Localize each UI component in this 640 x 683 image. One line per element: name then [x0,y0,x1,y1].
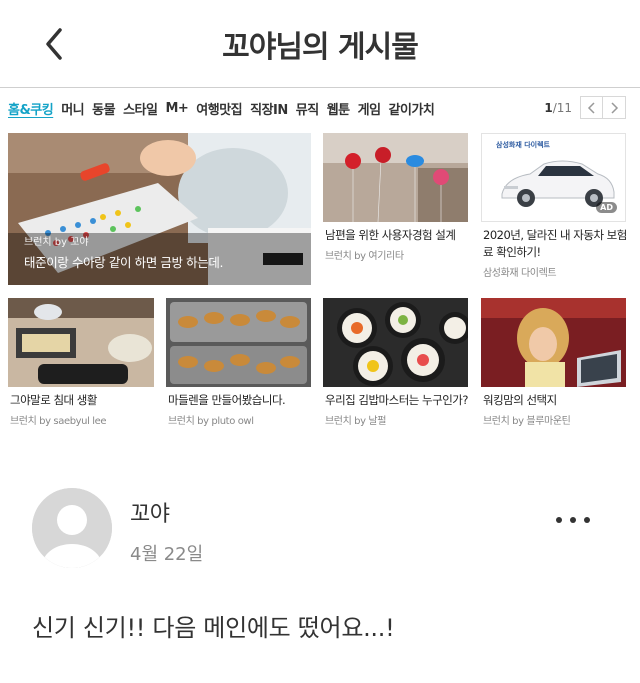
kimbap-photo [323,298,468,387]
card-thumbnail[interactable] [481,298,626,387]
card-thumbnail[interactable] [323,133,468,222]
more-dots-icon [556,517,562,523]
featured-card[interactable]: 브런치 by 꼬야 태준이랑 수아랑 같이 하면 금방 하는데. [8,133,311,285]
tab-money[interactable]: 머니 [61,99,84,118]
chevron-left-icon [587,101,595,114]
featured-source: 브런치 by 꼬야 [24,237,89,248]
card-caption[interactable]: 그야말로 침대 생활 브런치 by saebyul lee [10,392,160,427]
card-title: 그야말로 침대 생활 [10,393,97,407]
madeleine-photo [166,298,311,387]
ad-badge: AD [596,202,617,213]
category-tabs: 홈&쿠킹 머니 동물 스타일 M+ 여행맛집 직장IN 뮤직 웹툰 게임 같이가… [8,97,442,119]
chevron-right-icon [611,101,619,114]
comment-text: 신기 신기!! 다음 메인에도 떴어요...! [32,614,395,642]
ad-card-thumbnail[interactable]: 삼성화재 다이렉트 AD [481,133,626,222]
pager: 1/11 [544,96,626,119]
tab-together-value[interactable]: 같이가치 [389,99,435,118]
card-caption[interactable]: 워킹맘의 선택지 브런치 by 블루마운틴 [483,392,633,427]
post-date: 4월 22일 [130,544,204,565]
tab-webtoon[interactable]: 웹툰 [327,99,350,118]
tab-mplus[interactable]: M+ [165,101,188,116]
card-title: 2020년, 달라진 내 자동차 보험료 확인하기! [483,228,627,259]
card-title: 워킹맘의 선택지 [483,393,557,407]
tab-music[interactable]: 뮤직 [296,99,319,118]
card-thumbnail[interactable] [8,298,154,387]
card-title: 남편을 위한 사용자경험 설계 [325,228,456,242]
tab-game[interactable]: 게임 [358,99,381,118]
working-mom-photo [481,298,626,387]
avatar[interactable] [32,488,112,568]
prev-page-button[interactable] [580,96,603,119]
card-caption[interactable]: 우리집 김밥마스터는 누구인가? 브런치 by 날펄 [325,392,475,427]
next-page-button[interactable] [603,96,626,119]
card-thumbnail[interactable] [166,298,311,387]
tab-home-cooking[interactable]: 홈&쿠킹 [8,99,54,118]
card-source: 삼성화재 다이렉트 [483,268,557,279]
card-source: 브런치 by saebyul lee [10,416,107,427]
card-title: 마들렌을 만들어봤습니다. [168,393,286,407]
author-name[interactable]: 꼬야 [130,496,170,528]
card-source: 브런치 by pluto owl [168,416,254,427]
tab-animals[interactable]: 동물 [92,99,115,118]
featured-caption: 브런치 by 꼬야 태준이랑 수아랑 같이 하면 금방 하는데. [24,233,223,271]
app-header: 꼬야님의 게시물 [0,0,640,88]
balloon-photo [323,133,468,222]
more-options-button[interactable] [556,508,590,532]
tab-work[interactable]: 직장IN [250,99,288,118]
page-indicator: 1/11 [544,100,572,115]
ad-card-caption[interactable]: 2020년, 달라진 내 자동차 보험료 확인하기! 삼성화재 다이렉트 [483,227,633,279]
page-title: 꼬야님의 게시물 [222,30,419,65]
card-source: 브런치 by 블루마운틴 [483,416,571,427]
card-caption[interactable]: 남편을 위한 사용자경험 설계 브런치 by 여기리타 [325,227,475,262]
default-avatar-icon [32,488,112,568]
card-caption[interactable]: 마들렌을 만들어봤습니다. 브런치 by pluto owl [168,392,318,427]
card-source: 브런치 by 날펄 [325,416,387,427]
card-thumbnail[interactable] [323,298,468,387]
ad-brand: 삼성화재 다이렉트 [496,141,550,149]
tab-travel-food[interactable]: 여행맛집 [196,99,242,118]
tab-style[interactable]: 스타일 [123,99,158,118]
card-source: 브런치 by 여기리타 [325,251,404,262]
card-title: 우리집 김밥마스터는 누구인가? [325,393,468,407]
featured-title: 태준이랑 수아랑 같이 하면 금방 하는데. [24,255,224,270]
kimbap-prep-photo [8,298,154,387]
